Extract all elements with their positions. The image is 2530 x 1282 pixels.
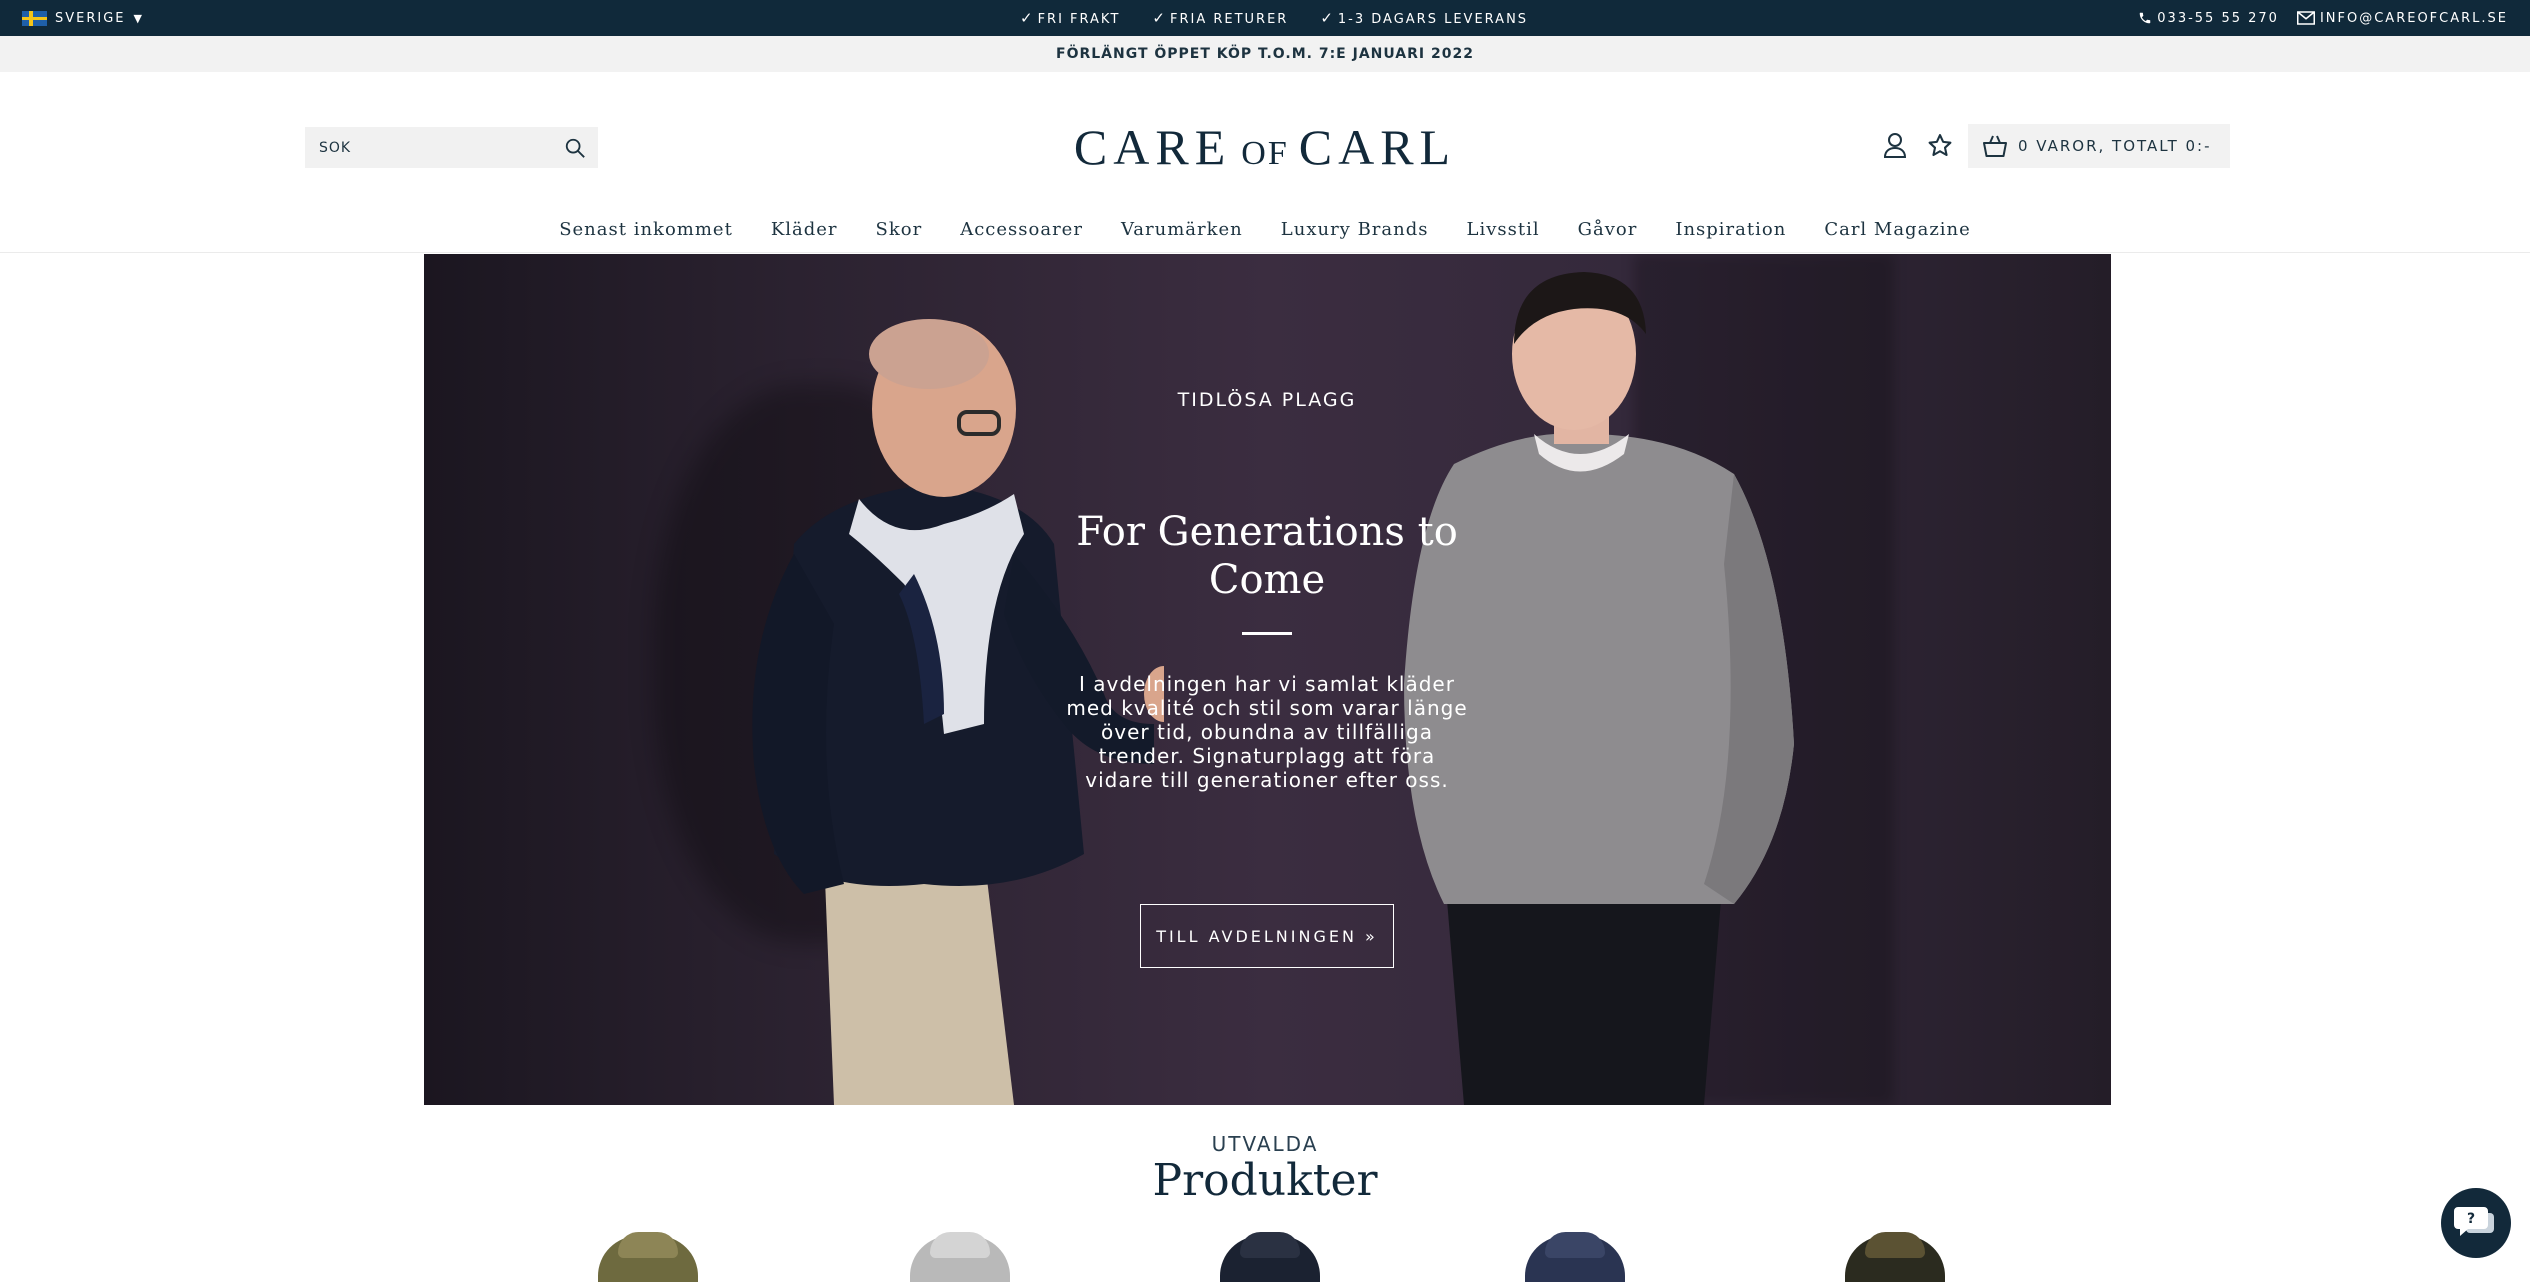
product-card[interactable]	[1840, 1232, 1950, 1282]
search-icon[interactable]	[564, 137, 586, 159]
usp-item: ✓ 1-3 DAGARS LEVERANS	[1320, 9, 1528, 27]
check-icon: ✓	[1320, 9, 1335, 27]
logo-word: CARL	[1298, 119, 1457, 175]
announcement-bar: FÖRLÄNGT ÖPPET KÖP T.O.M. 7:E JANUARI 20…	[0, 36, 2530, 72]
hero-divider	[1242, 632, 1292, 635]
logo-word: OF	[1241, 135, 1289, 172]
country-selector[interactable]: SVERIGE ▼	[22, 0, 144, 36]
announcement-text: FÖRLÄNGT ÖPPET KÖP T.O.M. 7:E JANUARI 20…	[1056, 46, 1474, 62]
nav-item-senast-inkommet[interactable]: Senast inkommet	[559, 219, 733, 240]
nav-item-klader[interactable]: Kläder	[771, 219, 838, 240]
hero-body-text: I avdelningen har vi samlat kläder med k…	[1066, 672, 1468, 792]
cart-button[interactable]: 0 VAROR, TOTALT 0:-	[1968, 124, 2230, 168]
usp-item: ✓ FRI FRAKT	[1020, 9, 1120, 27]
check-icon: ✓	[1020, 9, 1035, 27]
featured-title: Produkter	[1152, 1155, 1378, 1206]
site-logo[interactable]: CARE OF CARL	[1074, 118, 1450, 175]
usp-list: ✓ FRI FRAKT ✓ FRIA RETURER ✓ 1-3 DAGARS LEV…	[1020, 0, 1528, 36]
usp-label: 1-3 DAGARS LEVERANS	[1337, 12, 1529, 27]
product-hood	[618, 1232, 678, 1258]
nav-divider	[0, 252, 2530, 253]
star-icon[interactable]	[1927, 133, 1953, 158]
hero-overlay: TIDLÖSA PLAGG For Generations to Come I …	[967, 254, 1567, 1105]
basket-icon	[1983, 135, 2007, 157]
nav-item-luxury-brands[interactable]: Luxury Brands	[1281, 219, 1429, 240]
product-card[interactable]	[593, 1232, 703, 1282]
logo-word: CARE	[1073, 119, 1232, 175]
nav-item-gavor[interactable]: Gåvor	[1578, 219, 1638, 240]
product-hood	[930, 1232, 990, 1258]
search-input[interactable]	[317, 138, 541, 157]
top-bar: SVERIGE ▼ ✓ FRI FRAKT ✓ FRIA RETURER ✓ 1-3 …	[0, 0, 2530, 36]
nav-item-inspiration[interactable]: Inspiration	[1675, 219, 1786, 240]
country-label: SVERIGE	[55, 10, 126, 26]
hero-banner: TIDLÖSA PLAGG For Generations to Come I …	[424, 254, 2111, 1105]
search-box	[305, 127, 598, 168]
svg-text:?: ?	[2467, 1211, 2475, 1227]
nav-item-carl-magazine[interactable]: Carl Magazine	[1824, 219, 1971, 240]
email-address: INFO@CAREOFCARL.SE	[2319, 10, 2508, 26]
chat-button[interactable]: ?	[2441, 1188, 2511, 1258]
hero-kicker: TIDLÖSA PLAGG	[1177, 389, 1357, 411]
product-card[interactable]	[905, 1232, 1015, 1282]
contact-info: 033-55 55 270 INFO@CAREOFCARL.SE	[2138, 0, 2508, 36]
hero-cta-button[interactable]: TILL AVDELNINGEN »	[1140, 904, 1394, 968]
email-link[interactable]: INFO@CAREOFCARL.SE	[2296, 10, 2508, 26]
header-icons	[1883, 132, 1953, 158]
chevron-down-icon: ▼	[133, 11, 144, 25]
main-nav: Senast inkommet Kläder Skor Accessoarer …	[0, 206, 2530, 252]
featured-kicker: UTVALDA	[1211, 1132, 1319, 1156]
chat-icon: ?	[2454, 1207, 2494, 1236]
nav-item-accessoarer[interactable]: Accessoarer	[960, 219, 1083, 240]
usp-label: FRIA RETURER	[1169, 12, 1289, 27]
product-hood	[1545, 1232, 1605, 1258]
mail-icon	[2296, 11, 2315, 25]
product-card[interactable]	[1520, 1232, 1630, 1282]
nav-item-varumarken[interactable]: Varumärken	[1121, 219, 1243, 240]
product-card[interactable]	[1215, 1232, 1325, 1282]
sweden-flag-icon	[22, 10, 47, 26]
nav-item-livsstil[interactable]: Livsstil	[1466, 219, 1539, 240]
usp-label: FRI FRAKT	[1037, 12, 1121, 27]
phone-link[interactable]: 033-55 55 270	[2138, 11, 2279, 26]
phone-icon	[2140, 12, 2151, 24]
product-hood	[1240, 1232, 1300, 1258]
usp-item: ✓ FRIA RETURER	[1152, 9, 1288, 27]
nav-item-skor[interactable]: Skor	[876, 219, 923, 240]
product-hood	[1865, 1232, 1925, 1258]
cart-label: 0 VAROR, TOTALT 0:-	[2018, 137, 2212, 155]
hero-headline: For Generations to Come	[1076, 509, 1458, 603]
user-icon[interactable]	[1883, 132, 1907, 158]
check-icon: ✓	[1152, 9, 1167, 27]
phone-number: 033-55 55 270	[2157, 10, 2279, 26]
